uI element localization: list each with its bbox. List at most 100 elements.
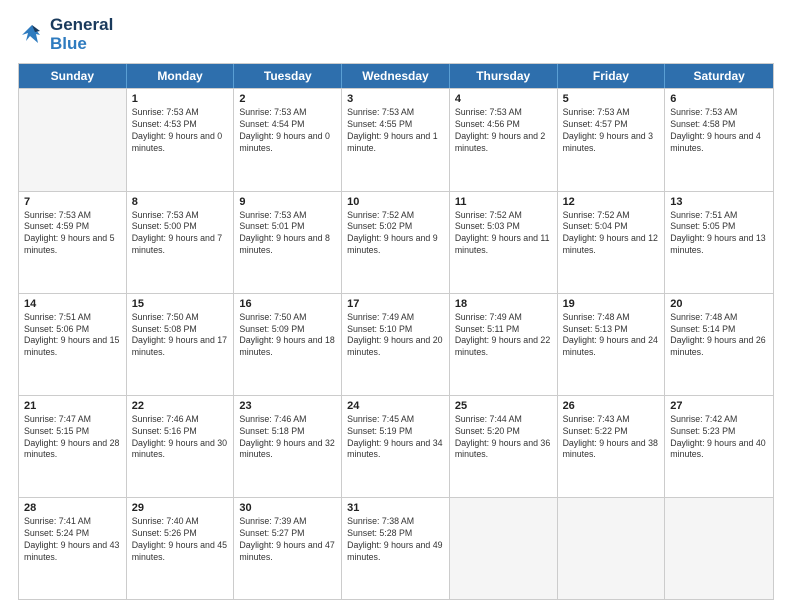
calendar-cell: 1Sunrise: 7:53 AMSunset: 4:53 PMDaylight… (127, 89, 235, 190)
day-number: 16 (239, 298, 336, 310)
calendar-cell: 13 Sunrise: 7:51 AMSunset: 5:05 PMDayligh… (665, 192, 773, 293)
calendar-cell: 3Sunrise: 7:53 AMSunset: 4:55 PMDaylight… (342, 89, 450, 190)
day-info: Sunrise: 7:53 AMSunset: 4:56 PMDaylight:… (455, 107, 552, 155)
calendar-cell: 31 Sunrise: 7:38 AMSunset: 5:28 PMDayligh… (342, 498, 450, 599)
calendar-header-cell: Saturday (665, 64, 773, 88)
day-info: Sunrise: 7:43 AMSunset: 5:22 PMDaylight:… (563, 414, 660, 462)
calendar-row: 1Sunrise: 7:53 AMSunset: 4:53 PMDaylight… (19, 88, 773, 190)
calendar-cell: 12 Sunrise: 7:52 AMSunset: 5:04 PMDayligh… (558, 192, 666, 293)
day-info: Sunrise: 7:52 AMSunset: 5:03 PMDaylight:… (455, 210, 552, 258)
day-number: 31 (347, 502, 444, 514)
logo: General Blue (18, 16, 113, 53)
day-number: 12 (563, 196, 660, 208)
calendar-header-cell: Wednesday (342, 64, 450, 88)
calendar-cell: 10 Sunrise: 7:52 AMSunset: 5:02 PMDayligh… (342, 192, 450, 293)
calendar-header-cell: Monday (127, 64, 235, 88)
calendar-cell: 21Sunrise: 7:47 AMSunset: 5:15 PMDayligh… (19, 396, 127, 497)
calendar-cell: 9 Sunrise: 7:53 AMSunset: 5:01 PMDaylight… (234, 192, 342, 293)
day-info: Sunrise: 7:53 AMSunset: 4:58 PMDaylight:… (670, 107, 768, 155)
calendar-cell: 16 Sunrise: 7:50 AMSunset: 5:09 PMDayligh… (234, 294, 342, 395)
calendar-header: SundayMondayTuesdayWednesdayThursdayFrid… (19, 64, 773, 88)
page: General Blue SundayMondayTuesdayWednesda… (0, 0, 792, 612)
day-info: Sunrise: 7:49 AMSunset: 5:11 PMDaylight:… (455, 312, 552, 360)
header: General Blue (18, 16, 774, 53)
day-info: Sunrise: 7:52 AMSunset: 5:02 PMDaylight:… (347, 210, 444, 258)
day-info: Sunrise: 7:53 AMSunset: 4:54 PMDaylight:… (239, 107, 336, 155)
day-info: Sunrise: 7:47 AMSunset: 5:15 PMDaylight:… (24, 414, 121, 462)
calendar-cell: 29 Sunrise: 7:40 AMSunset: 5:26 PMDayligh… (127, 498, 235, 599)
day-info: Sunrise: 7:46 AMSunset: 5:18 PMDaylight:… (239, 414, 336, 462)
day-number: 6 (670, 93, 768, 105)
calendar-cell: 20 Sunrise: 7:48 AMSunset: 5:14 PMDayligh… (665, 294, 773, 395)
calendar-body: 1Sunrise: 7:53 AMSunset: 4:53 PMDaylight… (19, 88, 773, 599)
calendar-cell: 19Sunrise: 7:48 AMSunset: 5:13 PMDayligh… (558, 294, 666, 395)
day-number: 20 (670, 298, 768, 310)
calendar-row: 28 Sunrise: 7:41 AMSunset: 5:24 PMDayligh… (19, 497, 773, 599)
day-info: Sunrise: 7:45 AMSunset: 5:19 PMDaylight:… (347, 414, 444, 462)
calendar-header-cell: Tuesday (234, 64, 342, 88)
day-number: 10 (347, 196, 444, 208)
calendar-cell: 17 Sunrise: 7:49 AMSunset: 5:10 PMDayligh… (342, 294, 450, 395)
logo-text: General Blue (50, 16, 113, 53)
day-info: Sunrise: 7:53 AMSunset: 5:00 PMDaylight:… (132, 210, 229, 258)
calendar-cell (19, 89, 127, 190)
day-info: Sunrise: 7:38 AMSunset: 5:28 PMDaylight:… (347, 516, 444, 564)
day-info: Sunrise: 7:41 AMSunset: 5:24 PMDaylight:… (24, 516, 121, 564)
calendar-cell: 7 Sunrise: 7:53 AMSunset: 4:59 PMDaylight… (19, 192, 127, 293)
day-info: Sunrise: 7:48 AMSunset: 5:13 PMDaylight:… (563, 312, 660, 360)
day-number: 25 (455, 400, 552, 412)
day-number: 29 (132, 502, 229, 514)
calendar-cell: 30Sunrise: 7:39 AMSunset: 5:27 PMDayligh… (234, 498, 342, 599)
day-number: 7 (24, 196, 121, 208)
day-info: Sunrise: 7:42 AMSunset: 5:23 PMDaylight:… (670, 414, 768, 462)
day-info: Sunrise: 7:53 AMSunset: 5:01 PMDaylight:… (239, 210, 336, 258)
day-number: 24 (347, 400, 444, 412)
day-info: Sunrise: 7:48 AMSunset: 5:14 PMDaylight:… (670, 312, 768, 360)
day-info: Sunrise: 7:50 AMSunset: 5:09 PMDaylight:… (239, 312, 336, 360)
day-number: 14 (24, 298, 121, 310)
day-number: 23 (239, 400, 336, 412)
day-number: 4 (455, 93, 552, 105)
calendar-cell: 2 Sunrise: 7:53 AMSunset: 4:54 PMDaylight… (234, 89, 342, 190)
calendar-row: 14 Sunrise: 7:51 AMSunset: 5:06 PMDayligh… (19, 293, 773, 395)
day-info: Sunrise: 7:53 AMSunset: 4:59 PMDaylight:… (24, 210, 121, 258)
day-info: Sunrise: 7:46 AMSunset: 5:16 PMDaylight:… (132, 414, 229, 462)
calendar-cell: 28 Sunrise: 7:41 AMSunset: 5:24 PMDayligh… (19, 498, 127, 599)
calendar-cell: 27 Sunrise: 7:42 AMSunset: 5:23 PMDayligh… (665, 396, 773, 497)
day-number: 17 (347, 298, 444, 310)
day-number: 2 (239, 93, 336, 105)
day-info: Sunrise: 7:50 AMSunset: 5:08 PMDaylight:… (132, 312, 229, 360)
calendar-cell: 14 Sunrise: 7:51 AMSunset: 5:06 PMDayligh… (19, 294, 127, 395)
day-number: 27 (670, 400, 768, 412)
calendar-row: 21Sunrise: 7:47 AMSunset: 5:15 PMDayligh… (19, 395, 773, 497)
calendar-header-cell: Thursday (450, 64, 558, 88)
calendar-cell (558, 498, 666, 599)
day-number: 18 (455, 298, 552, 310)
calendar-row: 7 Sunrise: 7:53 AMSunset: 4:59 PMDaylight… (19, 191, 773, 293)
day-info: Sunrise: 7:51 AMSunset: 5:06 PMDaylight:… (24, 312, 121, 360)
day-number: 26 (563, 400, 660, 412)
calendar-cell: 5Sunrise: 7:53 AMSunset: 4:57 PMDaylight… (558, 89, 666, 190)
day-info: Sunrise: 7:53 AMSunset: 4:55 PMDaylight:… (347, 107, 444, 155)
calendar: SundayMondayTuesdayWednesdayThursdayFrid… (18, 63, 774, 600)
logo-icon (18, 21, 46, 49)
day-number: 13 (670, 196, 768, 208)
calendar-cell (450, 498, 558, 599)
day-info: Sunrise: 7:49 AMSunset: 5:10 PMDaylight:… (347, 312, 444, 360)
calendar-header-cell: Sunday (19, 64, 127, 88)
day-number: 28 (24, 502, 121, 514)
day-number: 1 (132, 93, 229, 105)
day-info: Sunrise: 7:51 AMSunset: 5:05 PMDaylight:… (670, 210, 768, 258)
day-info: Sunrise: 7:40 AMSunset: 5:26 PMDaylight:… (132, 516, 229, 564)
day-info: Sunrise: 7:52 AMSunset: 5:04 PMDaylight:… (563, 210, 660, 258)
calendar-cell (665, 498, 773, 599)
calendar-cell: 4 Sunrise: 7:53 AMSunset: 4:56 PMDaylight… (450, 89, 558, 190)
calendar-cell: 15Sunrise: 7:50 AMSunset: 5:08 PMDayligh… (127, 294, 235, 395)
calendar-cell: 6 Sunrise: 7:53 AMSunset: 4:58 PMDaylight… (665, 89, 773, 190)
calendar-cell: 18 Sunrise: 7:49 AMSunset: 5:11 PMDayligh… (450, 294, 558, 395)
calendar-cell: 24 Sunrise: 7:45 AMSunset: 5:19 PMDayligh… (342, 396, 450, 497)
day-number: 5 (563, 93, 660, 105)
day-number: 9 (239, 196, 336, 208)
calendar-cell: 22Sunrise: 7:46 AMSunset: 5:16 PMDayligh… (127, 396, 235, 497)
calendar-cell: 25Sunrise: 7:44 AMSunset: 5:20 PMDayligh… (450, 396, 558, 497)
